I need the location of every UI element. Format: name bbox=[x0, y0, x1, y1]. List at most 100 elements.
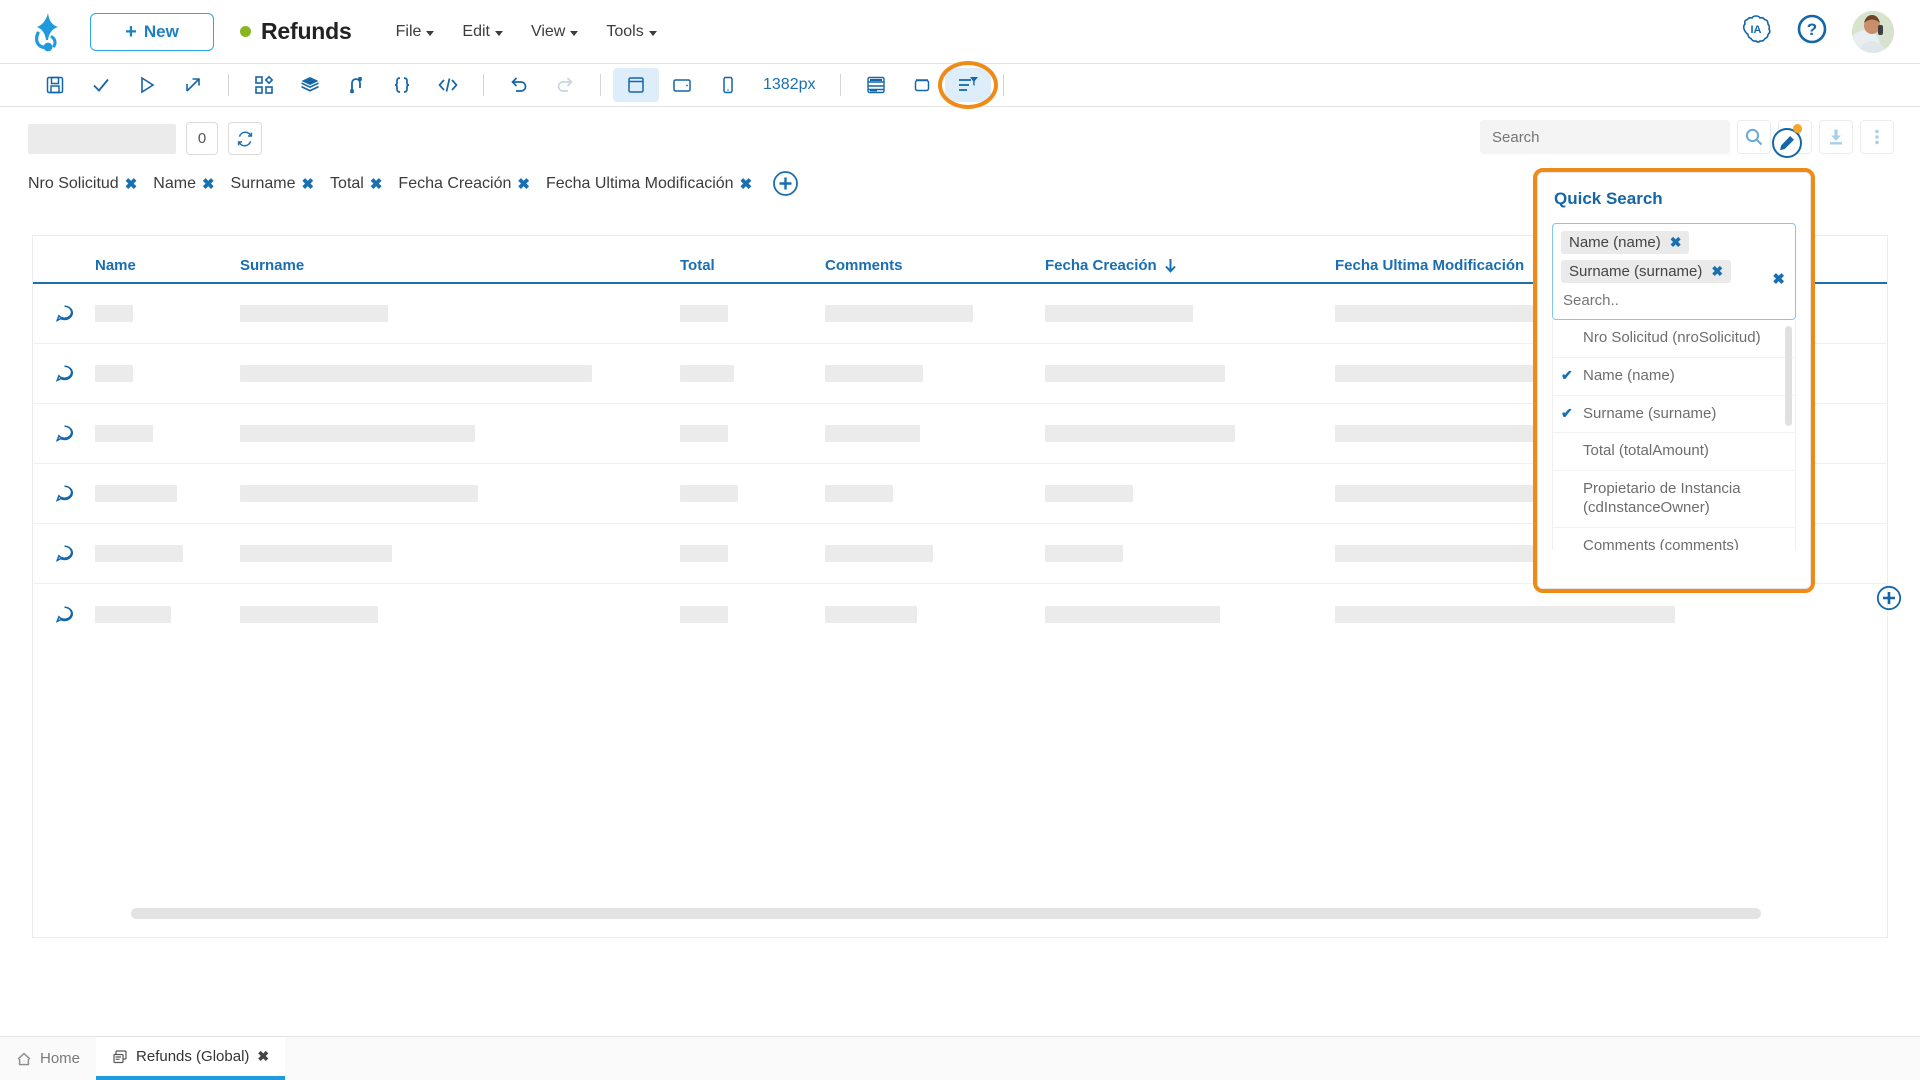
sort-desc-arrow-icon bbox=[1164, 259, 1176, 273]
validate-check-icon[interactable] bbox=[78, 68, 124, 102]
undo-icon[interactable] bbox=[496, 68, 542, 102]
quick-search-options-list[interactable]: Nro Solicitud (nroSolicitud) ✔ Name (nam… bbox=[1552, 320, 1796, 550]
bottom-tab-home[interactable]: Home bbox=[0, 1037, 96, 1080]
comment-bubble-icon[interactable] bbox=[55, 605, 95, 624]
column-header-name[interactable]: Name bbox=[95, 257, 240, 282]
more-vertical-icon[interactable] bbox=[1860, 120, 1894, 154]
close-icon[interactable]: ✖ bbox=[257, 1048, 269, 1065]
record-count: 0 bbox=[186, 122, 218, 155]
help-question-icon[interactable]: ? bbox=[1796, 13, 1828, 50]
toolbar-divider bbox=[600, 74, 601, 96]
selected-field-tag-label: Name (name) bbox=[1569, 234, 1661, 251]
close-icon[interactable]: ✖ bbox=[125, 175, 138, 193]
status-dot-green bbox=[240, 26, 251, 37]
form-page-icon bbox=[113, 1049, 127, 1063]
page-title: Refunds bbox=[261, 18, 352, 44]
bottom-tab-refunds[interactable]: Refunds (Global) ✖ bbox=[96, 1037, 286, 1080]
bottom-tab-bar: Home Refunds (Global) ✖ bbox=[0, 1036, 1920, 1080]
quick-search-option-label: Propietario de Instancia (cdInstanceOwne… bbox=[1583, 480, 1741, 516]
refresh-button[interactable] bbox=[228, 122, 262, 155]
add-column-button[interactable] bbox=[772, 170, 799, 197]
check-icon: ✔ bbox=[1561, 404, 1573, 421]
publish-share-icon[interactable] bbox=[170, 68, 216, 102]
column-header-fecha-creacion[interactable]: Fecha Creación bbox=[1045, 257, 1335, 282]
clear-all-x-icon[interactable]: ✖ bbox=[1772, 270, 1785, 288]
save-icon[interactable] bbox=[32, 68, 78, 102]
column-chip[interactable]: Fecha Ultima Modificación ✖ bbox=[546, 175, 752, 193]
quick-search-option[interactable]: Total (totalAmount) bbox=[1553, 433, 1795, 471]
project-title-group: Refunds bbox=[240, 18, 352, 45]
close-icon[interactable]: ✖ bbox=[370, 175, 383, 193]
menu-tools[interactable]: Tools bbox=[606, 22, 657, 41]
expression-braces-icon[interactable] bbox=[379, 68, 425, 102]
comment-bubble-icon[interactable] bbox=[55, 424, 95, 443]
ia-assistant-icon[interactable]: IA bbox=[1740, 13, 1772, 50]
quick-search-input[interactable] bbox=[1561, 289, 1787, 315]
application-window: + New Refunds File Edit View Tools IA ? … bbox=[0, 0, 1920, 1080]
close-icon[interactable]: ✖ bbox=[517, 175, 530, 193]
comment-bubble-icon[interactable] bbox=[55, 544, 95, 563]
menu-tools-label: Tools bbox=[606, 22, 644, 40]
search-input[interactable] bbox=[1490, 127, 1720, 147]
tablet-view-icon[interactable] bbox=[659, 68, 705, 102]
download-export-icon[interactable] bbox=[1819, 120, 1853, 154]
quick-search-filter-icon[interactable] bbox=[937, 61, 998, 109]
column-chip[interactable]: Fecha Creación ✖ bbox=[398, 175, 530, 193]
quick-search-option[interactable]: ✔ Surname (surname) bbox=[1553, 396, 1795, 434]
table-search-toolbar bbox=[1480, 120, 1894, 154]
column-chip[interactable]: Surname ✖ bbox=[231, 175, 315, 193]
bizagi-logo-icon[interactable] bbox=[28, 11, 68, 53]
selected-field-tag[interactable]: Name (name) ✖ bbox=[1561, 231, 1690, 254]
column-chip[interactable]: Nro Solicitud ✖ bbox=[28, 175, 137, 193]
magnifier-search-icon[interactable] bbox=[1737, 120, 1771, 154]
menu-file[interactable]: File bbox=[396, 23, 435, 41]
options-scrollbar[interactable] bbox=[1785, 326, 1792, 426]
bindings-icon[interactable] bbox=[333, 68, 379, 102]
column-header-total[interactable]: Total bbox=[680, 257, 825, 282]
selected-field-tag[interactable]: Surname (surname) ✖ bbox=[1561, 260, 1732, 283]
mobile-view-icon[interactable] bbox=[705, 68, 751, 102]
chip-label: Fecha Creación bbox=[398, 174, 512, 192]
widgets-grid-icon[interactable] bbox=[241, 68, 287, 102]
new-button[interactable]: + New bbox=[90, 12, 214, 51]
run-play-icon[interactable] bbox=[124, 68, 170, 102]
menu-edit[interactable]: Edit bbox=[462, 23, 503, 41]
column-chip[interactable]: Total ✖ bbox=[330, 175, 382, 193]
quick-search-option[interactable]: Nro Solicitud (nroSolicitud) bbox=[1553, 320, 1795, 358]
code-icon[interactable] bbox=[425, 68, 471, 102]
close-icon[interactable]: ✖ bbox=[202, 175, 215, 193]
table-layout-icon[interactable] bbox=[853, 68, 899, 102]
column-chip[interactable]: Name ✖ bbox=[153, 175, 214, 193]
chip-label: Name bbox=[153, 174, 196, 192]
menu-view-label: View bbox=[530, 22, 566, 40]
quick-search-option[interactable]: Propietario de Instancia (cdInstanceOwne… bbox=[1553, 471, 1795, 528]
quick-search-option[interactable]: Comments (comments) bbox=[1553, 528, 1795, 551]
search-box[interactable] bbox=[1480, 120, 1730, 154]
table-row[interactable] bbox=[33, 584, 1887, 644]
remove-tag-icon[interactable]: ✖ bbox=[1711, 263, 1723, 280]
redo-icon[interactable] bbox=[542, 68, 588, 102]
comment-bubble-icon[interactable] bbox=[55, 484, 95, 503]
column-header-comments[interactable]: Comments bbox=[825, 257, 1045, 282]
menu-view[interactable]: View bbox=[530, 22, 579, 41]
layers-stack-icon[interactable] bbox=[287, 68, 333, 102]
chip-label: Total bbox=[330, 174, 364, 192]
quick-search-panel: Quick Search Name (name) ✖ Surname (surn… bbox=[1537, 172, 1811, 589]
bottom-tab-refunds-label: Refunds (Global) bbox=[136, 1048, 250, 1065]
close-icon[interactable]: ✖ bbox=[301, 175, 314, 193]
add-row-button[interactable] bbox=[1876, 585, 1902, 611]
bottom-tab-home-label: Home bbox=[40, 1050, 81, 1067]
svg-text:?: ? bbox=[1807, 20, 1817, 39]
horizontal-scrollbar[interactable] bbox=[131, 908, 1761, 919]
comment-bubble-icon[interactable] bbox=[55, 304, 95, 323]
container-layout-icon[interactable] bbox=[899, 68, 945, 102]
remove-tag-icon[interactable]: ✖ bbox=[1670, 234, 1682, 251]
column-header-surname[interactable]: Surname bbox=[240, 257, 680, 282]
user-avatar[interactable] bbox=[1852, 10, 1894, 53]
close-icon[interactable]: ✖ bbox=[740, 175, 753, 193]
comment-bubble-icon[interactable] bbox=[55, 364, 95, 383]
desktop-view-icon[interactable] bbox=[613, 68, 659, 102]
quick-search-tag-input[interactable]: Name (name) ✖ Surname (surname) ✖ ✖ bbox=[1552, 223, 1796, 320]
svg-text:IA: IA bbox=[1751, 24, 1762, 36]
quick-search-option[interactable]: ✔ Name (name) bbox=[1553, 358, 1795, 396]
